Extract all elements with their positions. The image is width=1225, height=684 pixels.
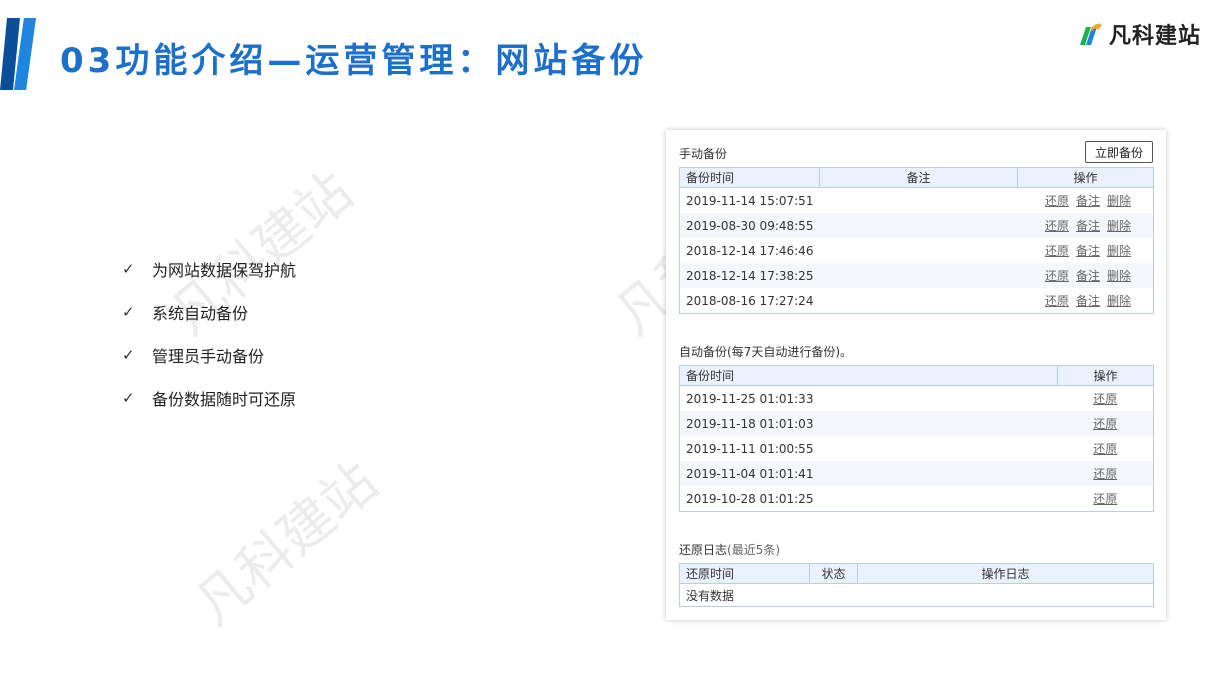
col-actions: 操作 bbox=[1017, 167, 1154, 188]
col-status: 状态 bbox=[809, 563, 858, 584]
table-row: 2018-08-16 17:27:24 还原 备注 删除 bbox=[680, 288, 1154, 314]
empty-text: 没有数据 bbox=[686, 588, 735, 603]
note-link[interactable]: 备注 bbox=[1076, 269, 1100, 283]
backup-note bbox=[819, 213, 1018, 238]
backup-time: 2019-11-04 01:01:41 bbox=[679, 461, 1058, 486]
backup-note bbox=[820, 238, 1018, 263]
brand: 凡科建站 bbox=[1077, 18, 1201, 50]
restore-link[interactable]: 还原 bbox=[1093, 442, 1117, 456]
backup-time: 2019-10-28 01:01:25 bbox=[686, 491, 814, 506]
backup-time: 2019-11-14 15:07:51 bbox=[686, 193, 814, 208]
feature-text: 为网站数据保驾护航 bbox=[152, 260, 297, 280]
restore-log-title: 还原日志(最近5条) bbox=[679, 541, 780, 558]
note-link[interactable]: 备注 bbox=[1076, 219, 1100, 233]
restore-link[interactable]: 还原 bbox=[1093, 492, 1117, 506]
manual-backup-title: 手动备份 bbox=[679, 147, 728, 161]
col-restore-time: 还原时间 bbox=[679, 563, 810, 584]
table-row: 2018-12-14 17:38:25 还原 备注 删除 bbox=[679, 263, 1154, 288]
check-icon: ✓ bbox=[122, 388, 135, 407]
col-backup-time: 备份时间 bbox=[679, 167, 820, 188]
feature-item: ✓ 备份数据随时可还原 bbox=[122, 387, 297, 409]
restore-link[interactable]: 还原 bbox=[1045, 194, 1069, 208]
check-icon: ✓ bbox=[122, 345, 135, 364]
restore-log-table: 还原时间 状态 操作日志 没有数据 bbox=[679, 563, 1154, 607]
backup-time: 2018-12-14 17:38:25 bbox=[679, 263, 820, 288]
backup-time: 2019-11-11 01:00:55 bbox=[686, 441, 814, 456]
feature-text: 系统自动备份 bbox=[152, 303, 249, 323]
col-actions: 操作 bbox=[1057, 365, 1154, 386]
delete-link[interactable]: 删除 bbox=[1107, 269, 1131, 283]
restore-link[interactable]: 还原 bbox=[1093, 392, 1117, 406]
backup-time: 2019-11-18 01:01:03 bbox=[679, 411, 1058, 436]
backup-note bbox=[819, 263, 1018, 288]
table-row: 2018-12-14 17:46:46 还原 备注 删除 bbox=[680, 238, 1154, 263]
backup-time: 2019-08-30 09:48:55 bbox=[679, 213, 820, 238]
col-note: 备注 bbox=[819, 167, 1018, 188]
check-icon: ✓ bbox=[122, 259, 135, 278]
backup-note bbox=[820, 288, 1018, 314]
auto-backup-table: 备份时间 操作 2019-11-25 01:01:33 还原 2019-11-1… bbox=[679, 365, 1154, 512]
table-row: 2019-10-28 01:01:25 还原 bbox=[680, 486, 1154, 512]
restore-link[interactable]: 还原 bbox=[1045, 294, 1069, 308]
table-row: 2019-08-30 09:48:55 还原 备注 删除 bbox=[679, 213, 1154, 238]
table-row: 2019-11-25 01:01:33 还原 bbox=[680, 386, 1154, 412]
brand-name: 凡科建站 bbox=[1108, 24, 1201, 49]
note-link[interactable]: 备注 bbox=[1076, 294, 1100, 308]
delete-link[interactable]: 删除 bbox=[1107, 194, 1131, 208]
backup-time: 2018-12-14 17:46:46 bbox=[686, 243, 814, 258]
feature-text: 备份数据随时可还原 bbox=[152, 389, 297, 409]
manual-backup-table: 备份时间 备注 操作 2019-11-14 15:07:51 还原 备注 删除 20… bbox=[679, 167, 1154, 314]
delete-link[interactable]: 删除 bbox=[1107, 219, 1131, 233]
restore-log-title-text: 还原日志 bbox=[679, 543, 728, 557]
backup-note bbox=[820, 188, 1018, 214]
note-link[interactable]: 备注 bbox=[1076, 194, 1100, 208]
col-backup-time: 备份时间 bbox=[679, 365, 1058, 386]
restore-link[interactable]: 还原 bbox=[1045, 219, 1069, 233]
backup-time: 2018-08-16 17:27:24 bbox=[686, 293, 814, 308]
feature-list: ✓ 为网站数据保驾护航 ✓ 系统自动备份 ✓ 管理员手动备份 ✓ 备份数据随时可还原 bbox=[122, 258, 296, 430]
table-row: 2019-11-11 01:00:55 还原 bbox=[680, 436, 1154, 461]
page-title: 03功能介绍—运营管理：网站备份 bbox=[60, 41, 648, 81]
check-icon: ✓ bbox=[122, 302, 135, 321]
restore-link[interactable]: 还原 bbox=[1045, 244, 1069, 258]
table-row: 2019-11-18 01:01:03 还原 bbox=[679, 411, 1154, 436]
delete-link[interactable]: 删除 bbox=[1107, 244, 1131, 258]
restore-link[interactable]: 还原 bbox=[1045, 269, 1069, 283]
table-row: 2019-11-04 01:01:41 还原 bbox=[679, 461, 1154, 486]
feature-text: 管理员手动备份 bbox=[152, 346, 265, 366]
col-operation-log: 操作日志 bbox=[857, 563, 1154, 584]
restore-link[interactable]: 还原 bbox=[1093, 417, 1117, 431]
restore-link[interactable]: 还原 bbox=[1093, 467, 1117, 481]
table-row: 没有数据 bbox=[680, 584, 1154, 607]
feature-item: ✓ 为网站数据保驾护航 bbox=[122, 258, 297, 280]
feature-item: ✓ 管理员手动备份 bbox=[122, 344, 296, 366]
feature-item: ✓ 系统自动备份 bbox=[122, 301, 296, 323]
restore-log-subtitle: (最近5条) bbox=[727, 543, 781, 557]
backup-now-button[interactable]: 立即备份 bbox=[1085, 141, 1153, 163]
backup-time: 2019-11-25 01:01:33 bbox=[686, 391, 814, 406]
auto-backup-title: 自动备份(每7天自动进行备份)。 bbox=[679, 345, 852, 359]
table-row: 2019-11-14 15:07:51 还原 备注 删除 bbox=[680, 188, 1154, 214]
watermark: 凡科建站 bbox=[183, 449, 390, 637]
brand-logo-icon bbox=[1079, 23, 1102, 45]
backup-panel: 手动备份 立即备份 备份时间 备注 操作 2019-11-14 15:07:51… bbox=[666, 130, 1166, 620]
delete-link[interactable]: 删除 bbox=[1107, 294, 1131, 308]
note-link[interactable]: 备注 bbox=[1076, 244, 1100, 258]
